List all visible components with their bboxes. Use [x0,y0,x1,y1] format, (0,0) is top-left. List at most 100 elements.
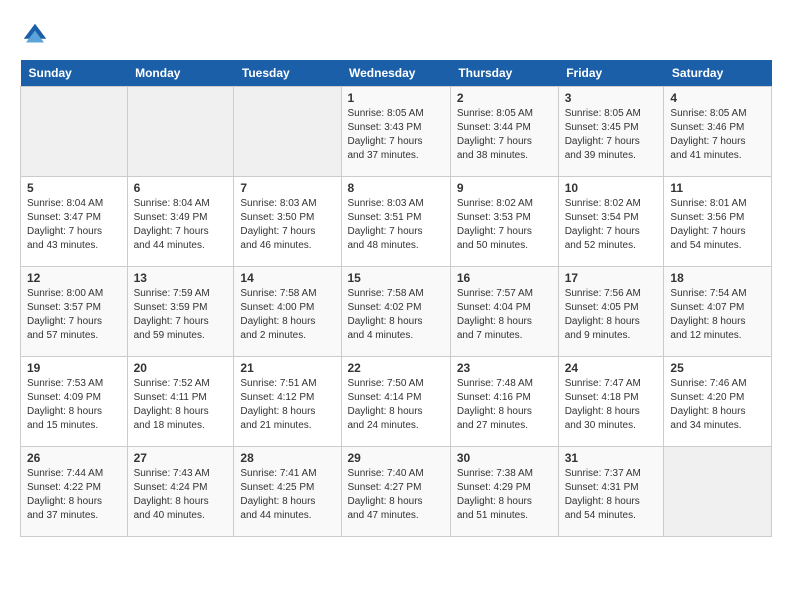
day-number: 21 [240,361,334,375]
calendar-cell: 30 Sunrise: 7:38 AM Sunset: 4:29 PM Dayli… [450,447,558,537]
weekday-header-monday: Monday [127,60,234,87]
calendar-cell: 23 Sunrise: 7:48 AM Sunset: 4:16 PM Dayli… [450,357,558,447]
calendar-cell [127,87,234,177]
calendar-cell: 18Sunrise: 7:54 AM Sunset: 4:07 PM Dayli… [664,267,772,357]
page-header [20,20,772,50]
day-number: 7 [240,181,334,195]
calendar-cell: 21 Sunrise: 7:51 AM Sunset: 4:12 PM Dayli… [234,357,341,447]
day-info: Sunrise: 7:52 AM Sunset: 4:11 PM Dayligh… [134,377,228,433]
day-number: 10 [565,181,658,195]
day-info: Sunrise: 7:41 AM Sunset: 4:25 PM Dayligh… [240,467,334,523]
day-info: Sunrise: 8:04 AM Sunset: 3:47 PM Dayligh… [27,197,121,253]
calendar-cell: 1 Sunrise: 8:05 AM Sunset: 3:43 PM Daylig… [341,87,450,177]
calendar-cell: 3Sunrise: 8:05 AM Sunset: 3:45 PM Daylig… [558,87,664,177]
calendar-cell: 7 Sunrise: 8:03 AM Sunset: 3:50 PM Daylig… [234,177,341,267]
day-number: 1 [348,91,444,105]
day-info: Sunrise: 7:59 AM Sunset: 3:59 PM Dayligh… [134,287,228,343]
day-number: 20 [134,361,228,375]
day-number: 23 [457,361,552,375]
day-info: Sunrise: 8:05 AM Sunset: 3:45 PM Dayligh… [565,107,658,163]
calendar-cell: 29 Sunrise: 7:40 AM Sunset: 4:27 PM Dayli… [341,447,450,537]
day-info: Sunrise: 7:47 AM Sunset: 4:18 PM Dayligh… [565,377,658,433]
weekday-header-row: SundayMondayTuesdayWednesdayThursdayFrid… [21,60,772,87]
day-info: Sunrise: 8:00 AM Sunset: 3:57 PM Dayligh… [27,287,121,343]
day-info: Sunrise: 7:51 AM Sunset: 4:12 PM Dayligh… [240,377,334,433]
day-info: Sunrise: 8:02 AM Sunset: 3:53 PM Dayligh… [457,197,552,253]
weekday-header-saturday: Saturday [664,60,772,87]
day-info: Sunrise: 7:54 AM Sunset: 4:07 PM Dayligh… [670,287,765,343]
day-number: 25 [670,361,765,375]
calendar-cell: 11Sunrise: 8:01 AM Sunset: 3:56 PM Dayli… [664,177,772,267]
logo [20,20,54,50]
calendar-cell: 4 Sunrise: 8:05 AM Sunset: 3:46 PM Daylig… [664,87,772,177]
weekday-header-wednesday: Wednesday [341,60,450,87]
day-info: Sunrise: 7:56 AM Sunset: 4:05 PM Dayligh… [565,287,658,343]
calendar-cell: 25 Sunrise: 7:46 AM Sunset: 4:20 PM Dayli… [664,357,772,447]
logo-icon [20,20,50,50]
day-number: 31 [565,451,658,465]
day-number: 11 [670,181,765,195]
day-number: 29 [348,451,444,465]
day-info: Sunrise: 7:40 AM Sunset: 4:27 PM Dayligh… [348,467,444,523]
day-info: Sunrise: 8:03 AM Sunset: 3:51 PM Dayligh… [348,197,444,253]
day-number: 16 [457,271,552,285]
day-number: 4 [670,91,765,105]
day-info: Sunrise: 8:05 AM Sunset: 3:44 PM Dayligh… [457,107,552,163]
day-info: Sunrise: 7:38 AM Sunset: 4:29 PM Dayligh… [457,467,552,523]
calendar-cell: 2 Sunrise: 8:05 AM Sunset: 3:44 PM Daylig… [450,87,558,177]
calendar-cell: 22 Sunrise: 7:50 AM Sunset: 4:14 PM Dayli… [341,357,450,447]
weekday-header-thursday: Thursday [450,60,558,87]
calendar-week-row: 26 Sunrise: 7:44 AM Sunset: 4:22 PM Dayli… [21,447,772,537]
day-info: Sunrise: 8:03 AM Sunset: 3:50 PM Dayligh… [240,197,334,253]
day-info: Sunrise: 8:05 AM Sunset: 3:46 PM Dayligh… [670,107,765,163]
calendar-cell: 17 Sunrise: 7:56 AM Sunset: 4:05 PM Dayli… [558,267,664,357]
calendar-week-row: 19 Sunrise: 7:53 AM Sunset: 4:09 PM Dayli… [21,357,772,447]
calendar-week-row: 12 Sunrise: 8:00 AM Sunset: 3:57 PM Dayli… [21,267,772,357]
day-info: Sunrise: 7:37 AM Sunset: 4:31 PM Dayligh… [565,467,658,523]
weekday-header-sunday: Sunday [21,60,128,87]
day-info: Sunrise: 8:02 AM Sunset: 3:54 PM Dayligh… [565,197,658,253]
calendar-cell: 12 Sunrise: 8:00 AM Sunset: 3:57 PM Dayli… [21,267,128,357]
calendar-cell: 16 Sunrise: 7:57 AM Sunset: 4:04 PM Dayli… [450,267,558,357]
day-info: Sunrise: 7:53 AM Sunset: 4:09 PM Dayligh… [27,377,121,433]
day-number: 14 [240,271,334,285]
day-info: Sunrise: 7:43 AM Sunset: 4:24 PM Dayligh… [134,467,228,523]
day-number: 15 [348,271,444,285]
calendar-week-row: 1 Sunrise: 8:05 AM Sunset: 3:43 PM Daylig… [21,87,772,177]
calendar-cell: 26 Sunrise: 7:44 AM Sunset: 4:22 PM Dayli… [21,447,128,537]
day-number: 30 [457,451,552,465]
day-info: Sunrise: 7:58 AM Sunset: 4:00 PM Dayligh… [240,287,334,343]
calendar-cell: 9 Sunrise: 8:02 AM Sunset: 3:53 PM Daylig… [450,177,558,267]
calendar-cell [234,87,341,177]
day-number: 12 [27,271,121,285]
day-info: Sunrise: 7:44 AM Sunset: 4:22 PM Dayligh… [27,467,121,523]
day-number: 22 [348,361,444,375]
day-number: 6 [134,181,228,195]
day-number: 17 [565,271,658,285]
calendar-cell [664,447,772,537]
calendar-cell: 27 Sunrise: 7:43 AM Sunset: 4:24 PM Dayli… [127,447,234,537]
day-number: 27 [134,451,228,465]
day-info: Sunrise: 7:58 AM Sunset: 4:02 PM Dayligh… [348,287,444,343]
calendar-cell: 5 Sunrise: 8:04 AM Sunset: 3:47 PM Daylig… [21,177,128,267]
calendar-cell: 24 Sunrise: 7:47 AM Sunset: 4:18 PM Dayli… [558,357,664,447]
day-number: 2 [457,91,552,105]
day-number: 26 [27,451,121,465]
day-info: Sunrise: 7:46 AM Sunset: 4:20 PM Dayligh… [670,377,765,433]
day-number: 9 [457,181,552,195]
day-info: Sunrise: 8:05 AM Sunset: 3:43 PM Dayligh… [348,107,444,163]
day-info: Sunrise: 7:57 AM Sunset: 4:04 PM Dayligh… [457,287,552,343]
day-number: 19 [27,361,121,375]
day-number: 24 [565,361,658,375]
day-number: 5 [27,181,121,195]
calendar-cell: 8 Sunrise: 8:03 AM Sunset: 3:51 PM Daylig… [341,177,450,267]
day-number: 8 [348,181,444,195]
calendar-cell: 6Sunrise: 8:04 AM Sunset: 3:49 PM Daylig… [127,177,234,267]
day-info: Sunrise: 7:50 AM Sunset: 4:14 PM Dayligh… [348,377,444,433]
weekday-header-friday: Friday [558,60,664,87]
calendar-cell: 14 Sunrise: 7:58 AM Sunset: 4:00 PM Dayli… [234,267,341,357]
calendar-cell: 13Sunrise: 7:59 AM Sunset: 3:59 PM Dayli… [127,267,234,357]
calendar-table: SundayMondayTuesdayWednesdayThursdayFrid… [20,60,772,537]
calendar-cell: 20 Sunrise: 7:52 AM Sunset: 4:11 PM Dayli… [127,357,234,447]
day-info: Sunrise: 7:48 AM Sunset: 4:16 PM Dayligh… [457,377,552,433]
